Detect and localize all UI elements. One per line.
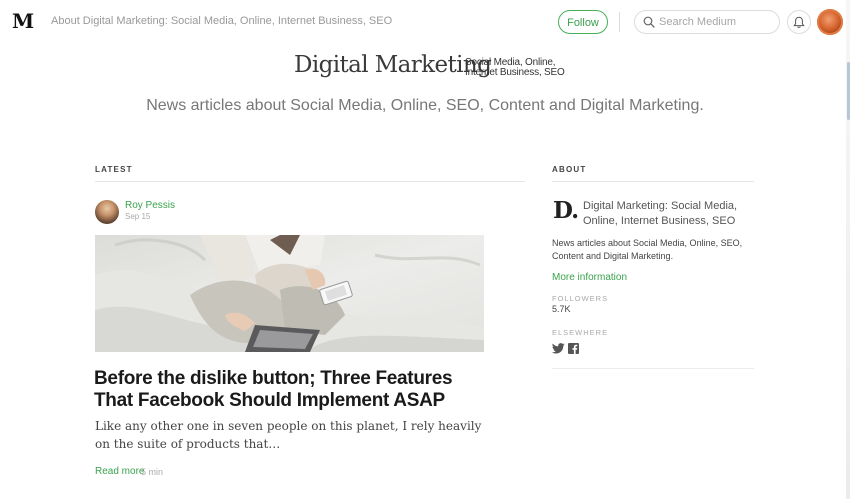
top-bar: M About Digital Marketing: Social Media,… — [0, 0, 850, 44]
more-information-link[interactable]: More information — [552, 272, 627, 283]
medium-logo[interactable]: M — [12, 9, 34, 33]
post-image-illustration — [95, 235, 484, 352]
search-icon — [643, 16, 655, 28]
breadcrumb[interactable]: About Digital Marketing: Social Media, O… — [51, 15, 392, 27]
about-publication-name[interactable]: Digital Marketing: Social Media, Online,… — [583, 199, 753, 229]
about-divider — [552, 368, 754, 369]
author-avatar[interactable] — [95, 200, 119, 224]
publication-title[interactable]: Digital Marketing — [294, 52, 492, 78]
publication-tagline: Social Media, Online, Internet Business,… — [465, 58, 565, 78]
publication-logo[interactable]: D. — [553, 197, 579, 224]
search-box[interactable] — [634, 10, 780, 34]
read-time: 5 min — [141, 467, 164, 477]
post-excerpt[interactable]: Like any other one in seven people on th… — [95, 417, 495, 453]
elsewhere-label: ELSEWHERE — [552, 328, 609, 337]
user-avatar[interactable] — [817, 9, 843, 35]
post-date[interactable]: Sep 15 — [125, 212, 150, 221]
followers-label: FOLLOWERS — [552, 294, 609, 303]
notifications-button[interactable] — [787, 10, 811, 34]
twitter-icon[interactable] — [552, 343, 565, 354]
divider — [619, 12, 620, 32]
tagline-line: Internet Business, SEO — [465, 67, 565, 78]
read-more-link[interactable]: Read more — [95, 466, 144, 477]
latest-heading: LATEST — [95, 165, 525, 182]
bell-icon — [793, 16, 805, 28]
followers-count[interactable]: 5.7K — [552, 304, 571, 314]
about-description: News articles about Social Media, Online… — [552, 238, 743, 261]
facebook-icon[interactable] — [568, 343, 579, 354]
publication-description: News articles about Social Media, Online… — [146, 97, 704, 114]
follow-button[interactable]: Follow — [558, 10, 608, 34]
post-title[interactable]: Before the dislike button; Three Feature… — [94, 368, 494, 412]
about-heading: ABOUT — [552, 165, 754, 182]
search-input[interactable] — [659, 13, 771, 31]
author-name[interactable]: Roy Pessis — [125, 200, 175, 211]
post-image[interactable] — [95, 235, 484, 352]
